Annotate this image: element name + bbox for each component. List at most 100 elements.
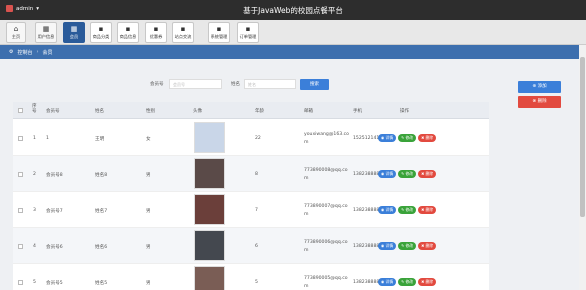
row-checkbox[interactable]	[18, 244, 23, 249]
breadcrumb: ⚙ 控制台 › 会员	[0, 45, 586, 59]
member-avatar	[194, 230, 225, 261]
member-age: 5	[255, 280, 258, 285]
member-gender: 男	[146, 281, 151, 286]
member-name: 姓名5	[95, 281, 108, 286]
member-name: 王明	[95, 137, 105, 142]
member-gender: 女	[146, 137, 151, 142]
row-number: 1	[33, 136, 36, 141]
tab-product-info[interactable]: ▪ 商品信息	[117, 22, 139, 43]
top-navbar: admin ▾ 基于JavaWeb的校园点餐平台	[0, 0, 586, 20]
table-row[interactable]: 2 会员号8 姓名8 男 8 773890008@qq.com 13823888888 ◉ 详…	[13, 156, 489, 192]
member-age: 22	[255, 136, 261, 141]
member-name: 姓名8	[95, 173, 108, 178]
home-icon: ⌂	[13, 25, 19, 33]
calendar-icon: ▦	[42, 25, 50, 33]
scrollbar-thumb[interactable]	[580, 57, 585, 217]
tab-system-admin[interactable]: ▪ 系统管理	[208, 22, 230, 43]
view-button[interactable]: ◉ 详情	[378, 170, 397, 178]
member-account: 会员号5	[46, 281, 63, 286]
tab-coupon[interactable]: ▪ 优惠券	[145, 22, 167, 43]
row-checkbox[interactable]	[18, 208, 23, 213]
member-name: 姓名7	[95, 209, 108, 214]
row-number: 4	[33, 244, 36, 249]
document-icon: ▪	[245, 25, 251, 33]
edit-button[interactable]: ✎ 修改	[398, 170, 417, 178]
member-account: 会员号6	[46, 245, 63, 250]
tab-site-exchange[interactable]: ▪ 站点交流	[172, 22, 194, 43]
table-row[interactable]: 5 会员号5 姓名5 男 5 773890005@qq.com 13823888885 ◉ 详…	[13, 264, 489, 290]
row-checkbox[interactable]	[18, 280, 23, 285]
row-checkbox[interactable]	[18, 172, 23, 177]
search-name-label: 姓名	[231, 82, 240, 87]
member-gender: 男	[146, 173, 151, 178]
search-account-input[interactable]: 会员号	[169, 79, 222, 89]
edit-button[interactable]: ✎ 修改	[398, 278, 417, 286]
row-actions: ◉ 详情 ✎ 修改 ✖ 删除	[378, 134, 437, 142]
row-number: 5	[33, 280, 36, 285]
member-avatar	[194, 158, 225, 189]
settings-icon: ▪	[216, 25, 222, 33]
row-number: 3	[33, 208, 36, 213]
tab-member[interactable]: ▦ 会员	[63, 22, 85, 43]
member-account: 会员号7	[46, 209, 63, 214]
row-actions: ◉ 详情 ✎ 修改 ✖ 删除	[378, 242, 437, 250]
column-header[interactable]: 手机	[353, 108, 362, 114]
member-table: 序号 会员号 姓名 性别 头像 年龄 邮箱 手机 操作 1 1 王明 女 22 youxi…	[13, 102, 489, 290]
table-row[interactable]: 3 会员号7 姓名7 男 7 773890007@qq.com 13823888887 ◉ 详…	[13, 192, 489, 228]
monitor-icon: ▪	[153, 25, 159, 33]
grid-icon: ▦	[70, 25, 78, 33]
delete-button[interactable]: ⊗ 删除	[518, 96, 561, 108]
breadcrumb-current: 会员	[42, 49, 53, 56]
edit-button[interactable]: ✎ 修改	[398, 206, 417, 214]
delete-row-button[interactable]: ✖ 删除	[418, 134, 437, 142]
column-header: 操作	[400, 109, 409, 114]
search-button[interactable]: 搜索	[300, 79, 329, 90]
member-age: 7	[255, 208, 258, 213]
column-header[interactable]: 邮箱	[304, 108, 313, 114]
member-email: 773890007@qq.com	[304, 204, 348, 217]
view-button[interactable]: ◉ 详情	[378, 134, 397, 142]
table-row[interactable]: 1 1 王明女 22 youxiwang@163.com 15251214121 ◉ 详情 ✎…	[13, 120, 489, 156]
table-row[interactable]: 4 会员号6 姓名6 男 6 773890006@qq.com 13823888886 ◉ 详…	[13, 228, 489, 264]
edit-button[interactable]: ✎ 修改	[398, 242, 417, 250]
member-email: 773890006@qq.com	[304, 240, 348, 253]
member-age: 6	[255, 244, 258, 249]
member-email: youxiwang@163.com	[304, 132, 349, 145]
row-actions: ◉ 详情 ✎ 修改 ✖ 删除	[378, 170, 437, 178]
view-button[interactable]: ◉ 详情	[378, 242, 397, 250]
tab-orders[interactable]: ▪ 订单管理	[237, 22, 259, 43]
column-header[interactable]: 会员号	[46, 108, 60, 114]
column-header[interactable]: 姓名	[95, 108, 104, 114]
delete-row-button[interactable]: ✖ 删除	[418, 206, 437, 214]
delete-row-button[interactable]: ✖ 删除	[418, 242, 437, 250]
column-header[interactable]: 序号	[32, 104, 39, 114]
row-number: 2	[33, 172, 36, 177]
edit-button[interactable]: ✎ 修改	[398, 134, 417, 142]
member-avatar	[194, 122, 225, 153]
add-button[interactable]: ⊕ 添加	[518, 81, 561, 93]
row-checkbox[interactable]	[18, 136, 23, 141]
member-avatar	[194, 194, 225, 225]
monitor-icon: ▪	[180, 25, 186, 33]
search-account-label: 会员号	[150, 82, 164, 87]
member-account: 1	[46, 136, 49, 141]
member-account: 会员号8	[46, 173, 63, 178]
delete-row-button[interactable]: ✖ 删除	[418, 170, 437, 178]
tab-user-info[interactable]: ▦ 用户信息	[35, 22, 57, 43]
view-button[interactable]: ◉ 详情	[378, 278, 397, 286]
member-gender: 男	[146, 209, 151, 214]
column-header[interactable]: 性别	[146, 108, 155, 114]
column-header[interactable]: 头像	[193, 108, 202, 114]
page-scrollbar[interactable]	[579, 45, 586, 290]
search-name-input[interactable]: 姓名	[244, 79, 296, 89]
module-toolbar: ⌂ 主页 ▦ 用户信息 ▦ 会员 ▪ 商品分类 ▪ 商品信息 ▪ 优惠券 ▪ 站点交流 ▪ 系统…	[0, 20, 586, 45]
select-all-checkbox[interactable]	[18, 108, 23, 113]
view-button[interactable]: ◉ 详情	[378, 206, 397, 214]
column-header[interactable]: 年龄	[255, 108, 264, 114]
tab-home[interactable]: ⌂ 主页	[6, 22, 26, 43]
tab-product-category[interactable]: ▪ 商品分类	[90, 22, 112, 43]
delete-row-button[interactable]: ✖ 删除	[418, 278, 437, 286]
member-email: 773890005@qq.com	[304, 276, 348, 289]
breadcrumb-home[interactable]: 控制台	[17, 49, 32, 56]
monitor-icon: ▪	[125, 25, 131, 33]
